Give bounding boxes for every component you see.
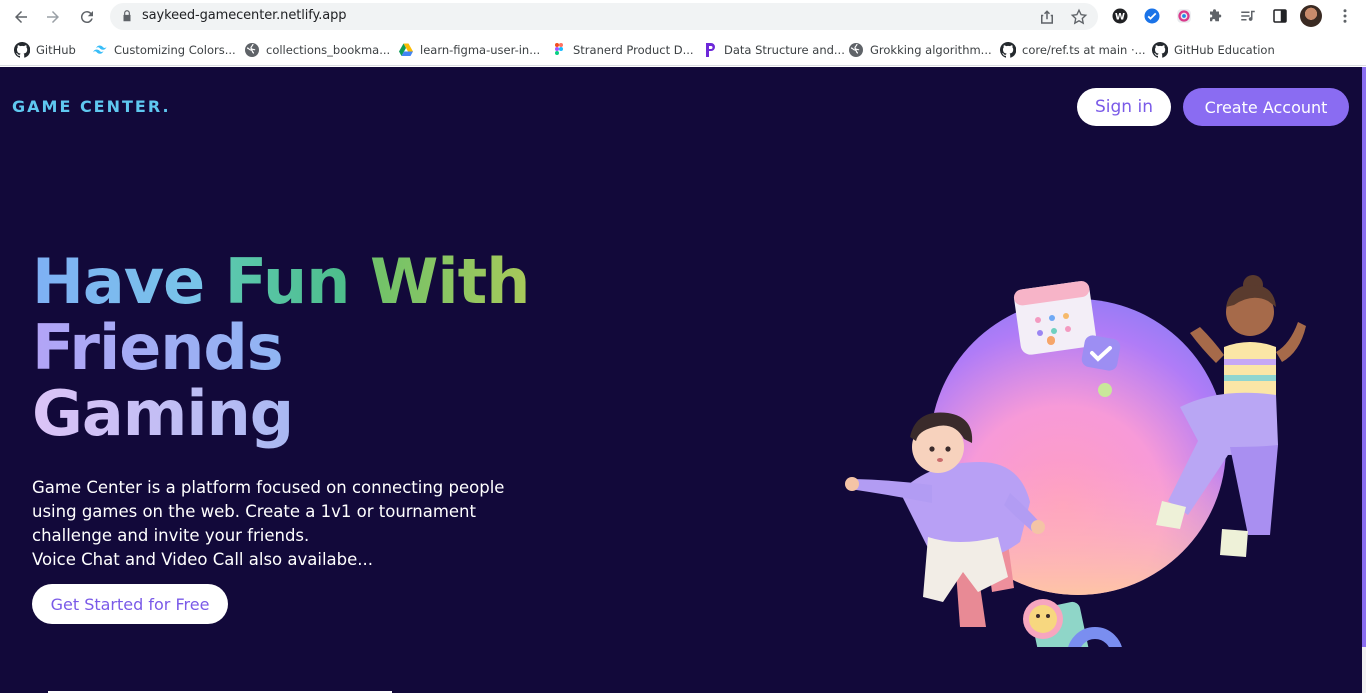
address-bar[interactable]: saykeed-gamecenter.netlify.app (110, 3, 1098, 30)
back-button[interactable] (10, 6, 32, 28)
bookmarks-bar: GitHub Customizing Colors... collections… (0, 34, 1366, 66)
github-icon (1152, 42, 1168, 58)
hero-title-word: Fun (224, 245, 351, 318)
bookmark-label: learn-figma-user-in... (420, 43, 541, 57)
github-icon (1000, 42, 1016, 58)
p-logo-icon (706, 43, 715, 57)
bookmark-item[interactable]: Grokking algorithm... (848, 41, 992, 59)
reload-button[interactable] (76, 6, 98, 28)
star-icon[interactable] (1070, 8, 1088, 26)
site-logo[interactable]: GAME CENTER. (12, 97, 171, 116)
bookmark-label: Stranerd Product D... (573, 43, 694, 57)
game-center-page: GAME CENTER. Sign in Create Account Have… (0, 67, 1362, 693)
arrow-left-icon (15, 11, 27, 23)
bookmark-label: GitHub (36, 43, 76, 57)
hero-description-line: Voice Chat and Video Call also availabe.… (32, 550, 374, 569)
bookmark-label: GitHub Education (1174, 43, 1275, 57)
arrow-right-icon (47, 11, 59, 23)
media-control-icon[interactable] (1238, 6, 1258, 26)
browser-toolbar: saykeed-gamecenter.netlify.app W (0, 0, 1366, 34)
hero-illustration (845, 275, 1306, 647)
bookmark-item[interactable]: Stranerd Product D... (551, 41, 694, 59)
decor-dot (1047, 337, 1055, 345)
extension-check-icon[interactable] (1142, 6, 1162, 26)
hero-title: Have Fun With Friends Gaming (32, 249, 530, 450)
bookmark-label: Data Structure and... (724, 43, 845, 57)
github-icon (14, 42, 30, 58)
extensions-puzzle-icon[interactable] (1206, 6, 1226, 26)
url-text[interactable]: saykeed-gamecenter.netlify.app (142, 8, 347, 23)
svg-text:W: W (1115, 12, 1125, 22)
hero-description-line: challenge and invite your friends. (32, 526, 310, 545)
bookmark-item[interactable]: GitHub (14, 41, 76, 59)
get-started-button[interactable]: Get Started for Free (32, 584, 228, 624)
bookmark-item[interactable]: Customizing Colors... (92, 41, 236, 59)
hero-description: Game Center is a platform focused on con… (32, 476, 512, 572)
side-panel-icon[interactable] (1270, 6, 1290, 26)
reload-icon (80, 11, 93, 24)
hero-title-word: Friends (32, 311, 284, 384)
profile-avatar[interactable] (1300, 5, 1322, 27)
hero-description-line: Game Center is a platform focused on con… (32, 478, 505, 497)
decor-ball (1098, 383, 1112, 397)
extension-w-icon[interactable]: W (1110, 6, 1130, 26)
sign-in-button[interactable]: Sign in (1077, 88, 1171, 126)
bookmark-item[interactable]: learn-figma-user-in... (398, 41, 540, 59)
globe-icon (245, 43, 259, 57)
hero-title-word: With (369, 245, 530, 318)
phone-emoji-icon (1023, 599, 1122, 647)
lock-icon (123, 10, 131, 22)
bookmark-item[interactable]: core/ref.ts at main ·... (1000, 41, 1146, 59)
forward-button[interactable] (42, 6, 64, 28)
bookmark-item[interactable]: GitHub Education (1152, 41, 1275, 59)
bookmark-item[interactable]: Data Structure and... (702, 41, 845, 59)
bookmark-item[interactable]: collections_bookma... (244, 41, 390, 59)
globe-icon (849, 43, 863, 57)
tailwind-icon (93, 45, 107, 54)
extension-color-icon[interactable] (1174, 6, 1194, 26)
hero-title-word: Gaming (32, 377, 294, 450)
figma-icon (555, 43, 563, 55)
check-badge-icon (1081, 335, 1121, 371)
scrollbar-thumb[interactable] (1362, 67, 1366, 647)
google-drive-icon (399, 43, 413, 56)
hero-title-word: Have (32, 245, 205, 318)
share-icon[interactable] (1038, 8, 1056, 26)
bookmark-label: Grokking algorithm... (870, 43, 992, 57)
create-account-button[interactable]: Create Account (1183, 88, 1349, 126)
hero-description-line: using games on the web. Create a 1v1 or … (32, 502, 476, 521)
bookmark-label: Customizing Colors... (114, 43, 236, 57)
page-scrollbar[interactable] (1362, 67, 1366, 693)
bookmark-label: core/ref.ts at main ·... (1022, 43, 1146, 57)
menu-kebab-icon[interactable] (1335, 6, 1355, 26)
bookmark-label: collections_bookma... (266, 43, 391, 57)
